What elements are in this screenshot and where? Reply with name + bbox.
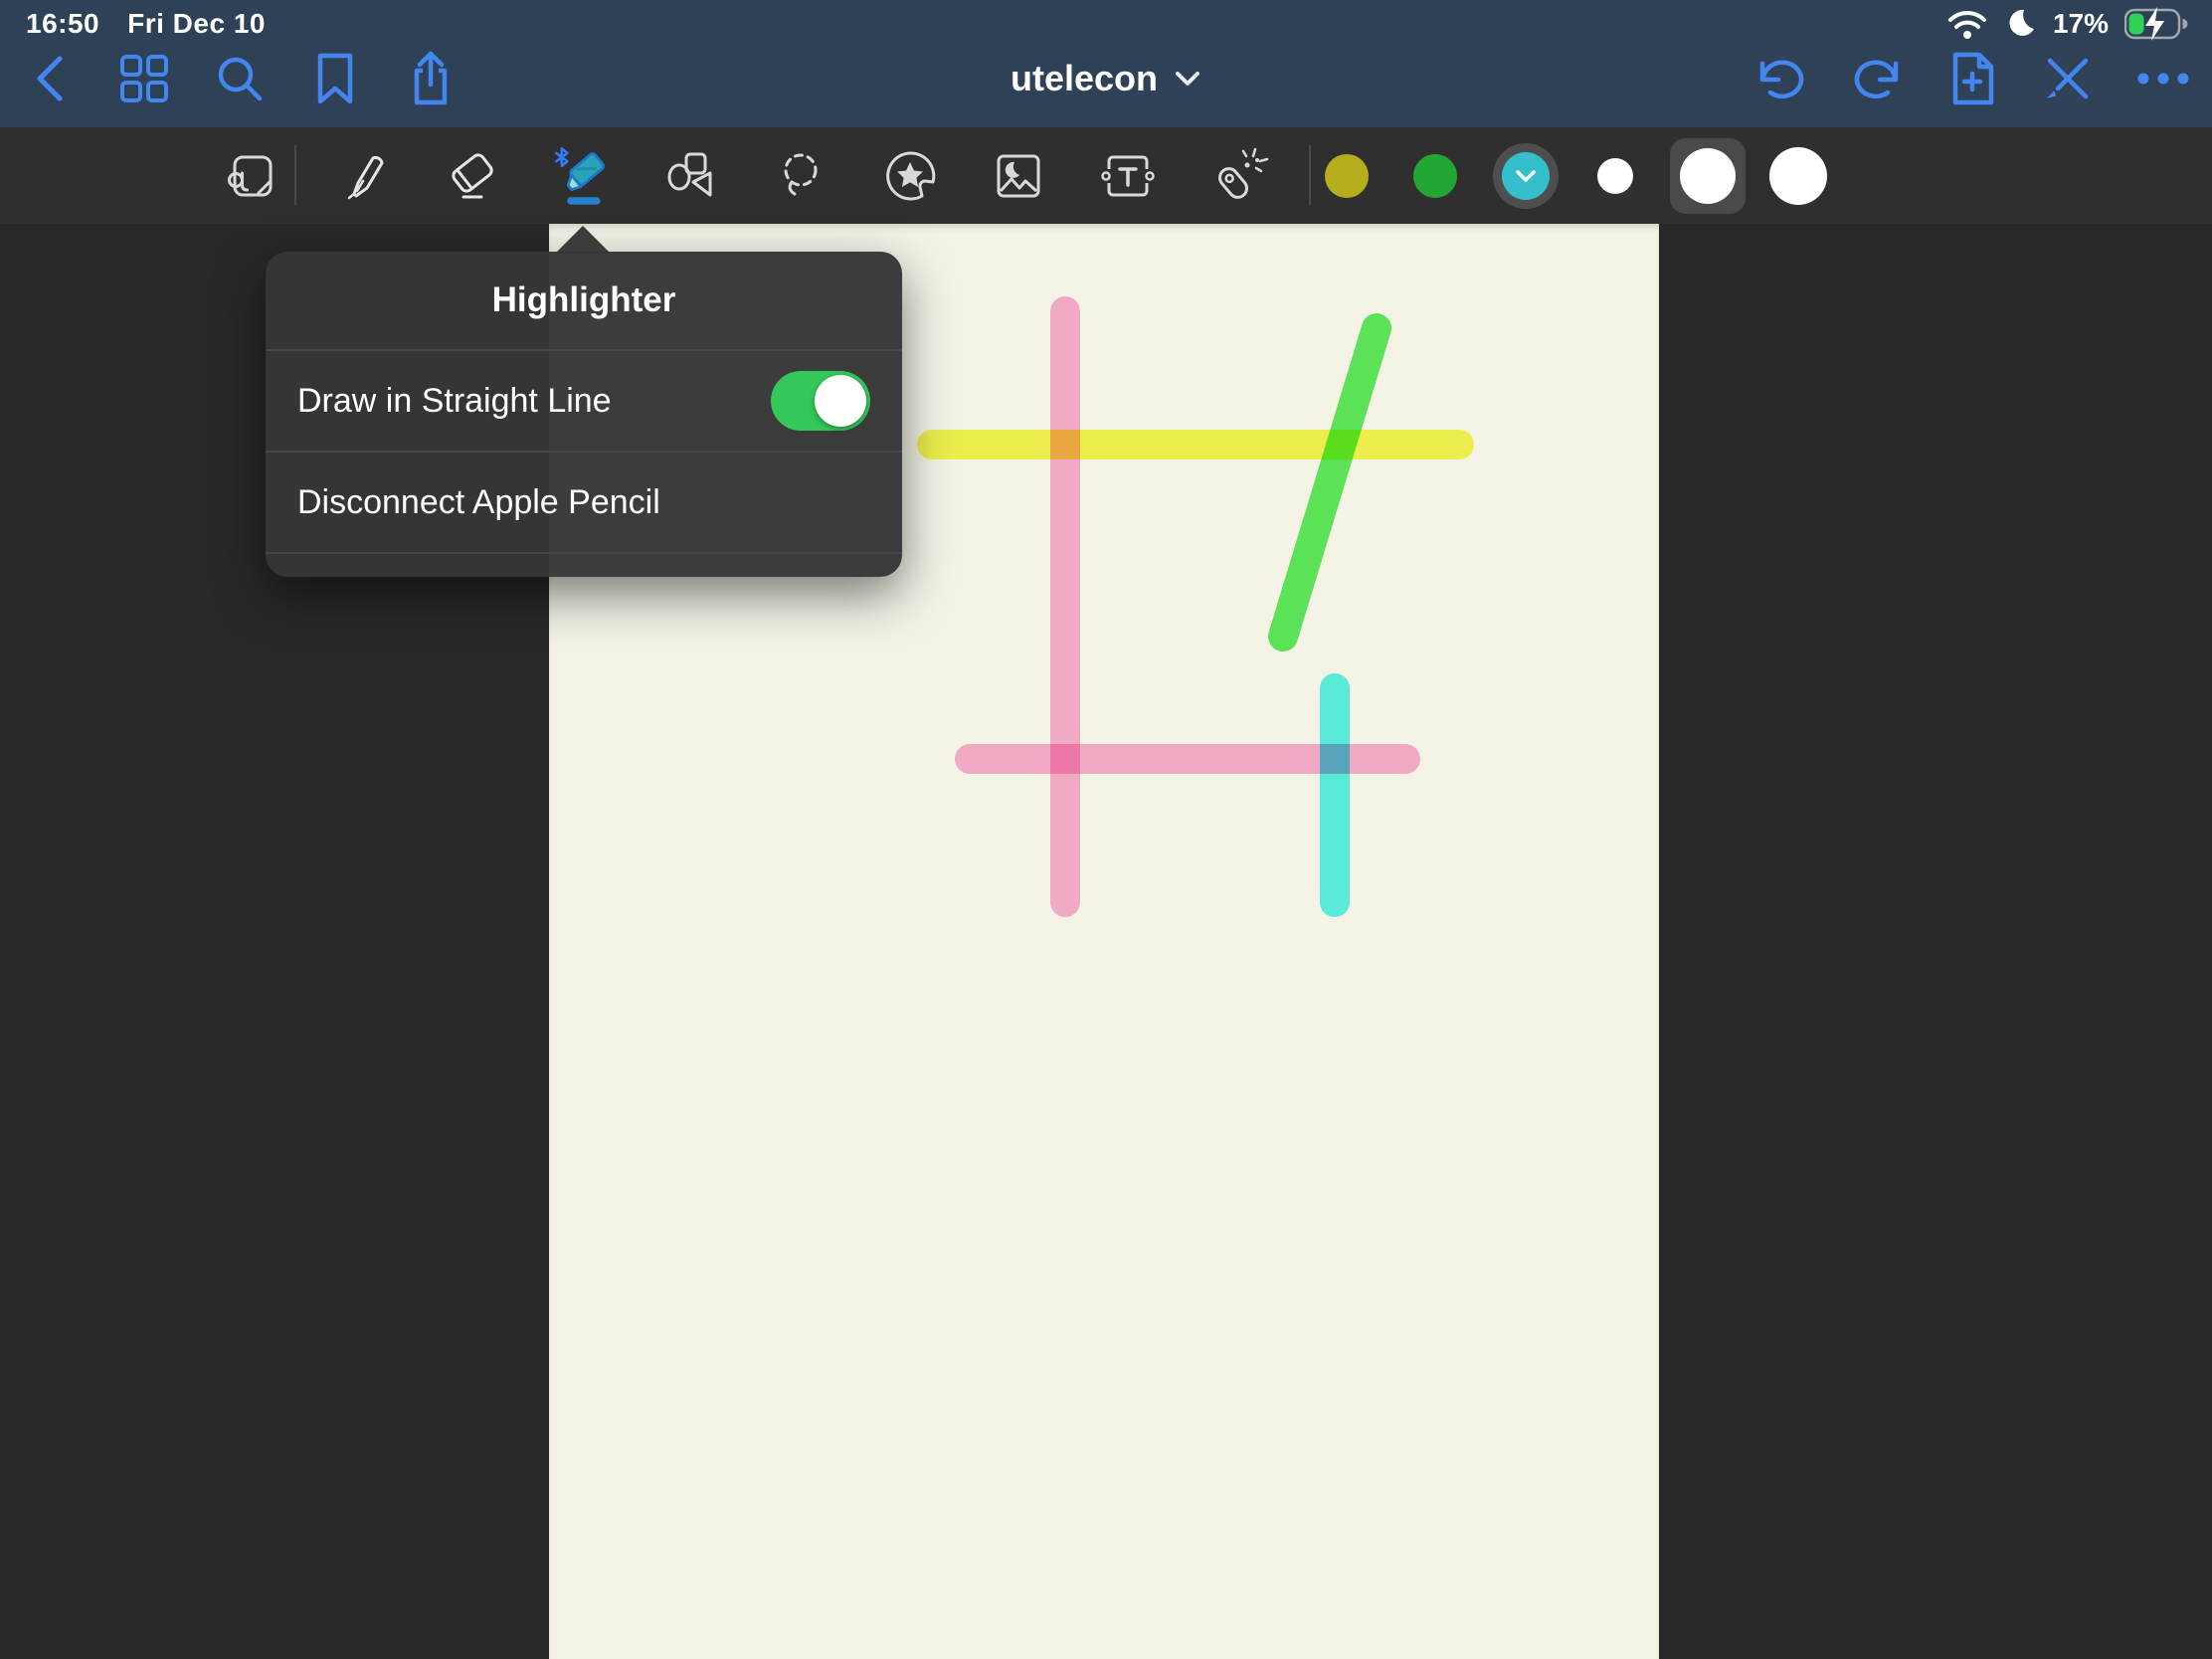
laser-pointer-tool[interactable] [1202, 140, 1274, 212]
highlighter-tool[interactable] [547, 140, 619, 212]
disconnect-apple-pencil-row[interactable]: Disconnect Apple Pencil [266, 453, 902, 552]
draw-straight-toggle[interactable] [771, 371, 870, 431]
popup-title: Highlighter [266, 252, 902, 351]
zoom-window-tool[interactable] [216, 140, 287, 212]
swatch-chevron-icon [1515, 169, 1537, 183]
draw-straight-line-label: Draw in Straight Line [297, 382, 612, 421]
document-title[interactable]: utelecon [1011, 58, 1201, 99]
bluetooth-icon [556, 148, 567, 166]
stroke-size-medium-selected[interactable] [1670, 138, 1746, 214]
share-button[interactable] [400, 48, 461, 109]
popup-arrow [555, 226, 611, 254]
highlighter-stroke [1283, 328, 1377, 637]
shapes-tool[interactable] [655, 140, 727, 212]
add-page-button[interactable] [1941, 48, 2003, 109]
text-tool[interactable] [1092, 140, 1164, 212]
draw-straight-line-row[interactable]: Draw in Straight Line [266, 351, 902, 453]
tool-bar [0, 127, 2212, 224]
color-swatch-teal-selected[interactable] [1493, 143, 1559, 209]
disconnect-apple-pencil-label: Disconnect Apple Pencil [297, 483, 660, 522]
eraser-tool[interactable] [437, 140, 508, 212]
lasso-tool[interactable] [765, 140, 836, 212]
header: 16:50 Fri Dec 10 17% [0, 0, 2212, 127]
pages-grid-button[interactable] [113, 48, 175, 109]
app-screen: 16:50 Fri Dec 10 17% [0, 0, 2212, 1659]
elements-tool[interactable] [874, 140, 946, 212]
title-chevron-icon [1174, 70, 1201, 88]
more-button[interactable] [2132, 48, 2194, 109]
back-button[interactable] [18, 48, 80, 109]
pen-tool[interactable] [328, 140, 400, 212]
bookmark-button[interactable] [304, 48, 366, 109]
nav-right [1751, 30, 2194, 127]
toggle-knob [815, 375, 866, 427]
undo-button[interactable] [1751, 48, 1812, 109]
highlighter-popup: Highlighter Draw in Straight Line Discon… [266, 252, 902, 577]
nav-left [18, 30, 461, 127]
pen-mode-button[interactable] [2037, 48, 2099, 109]
document-title-label: utelecon [1011, 58, 1158, 99]
stroke-size-medium-dot [1680, 148, 1736, 204]
toolbar-divider [294, 145, 296, 205]
stroke-size-thick[interactable] [1769, 147, 1827, 205]
search-button[interactable] [209, 48, 271, 109]
popup-footer [266, 552, 902, 576]
image-tool[interactable] [983, 140, 1054, 212]
toolbar-divider [1309, 145, 1311, 205]
redo-button[interactable] [1846, 48, 1908, 109]
stroke-size-thin[interactable] [1597, 158, 1633, 194]
color-swatch-green[interactable] [1413, 154, 1457, 198]
nav-bar: utelecon [0, 30, 2212, 127]
color-swatch-olive[interactable] [1325, 154, 1369, 198]
